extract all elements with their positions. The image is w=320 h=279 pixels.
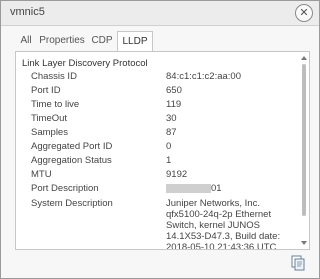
row-label: Time to live [31,99,80,110]
scroll-up-icon[interactable] [301,56,307,60]
tab-cdp[interactable]: CDP [87,31,117,50]
row-label: Chassis ID [31,71,77,82]
close-button[interactable]: ✕ [295,4,313,22]
section-title: Link Layer Discovery Protocol [22,58,148,69]
row-value: 30 [166,113,177,124]
scroll-thumb[interactable] [302,64,306,216]
row-label: Samples [31,127,68,138]
tab-all[interactable]: All [15,31,37,50]
row-value: 0 [166,141,172,152]
dialog-title: vmnic5 [10,6,45,18]
row-label: Port ID [31,85,61,96]
row-label: TimeOut [31,113,68,124]
row-value: 119 [166,99,182,110]
row-label: Port Description [31,183,99,194]
close-icon: ✕ [299,6,309,19]
row-label: MTU [31,169,52,180]
lldp-dialog: vmnic5 ✕ All Properties CDP LLDP Link La… [0,0,320,279]
lldp-panel: Link Layer Discovery Protocol Chassis ID… [15,51,310,250]
row-value: 84:c1:c1:c2:aa:00 [166,71,241,82]
row-label: System Description [31,198,113,209]
port-description-suffix: 01 [211,183,222,194]
row-value: 9192 [166,169,188,180]
dialog-titlebar: vmnic5 ✕ [1,1,319,26]
row-value: 650 [166,85,182,96]
row-value: 87 [166,127,177,138]
row-label: Aggregated Port ID [31,141,113,152]
row-label: Aggregation Status [31,155,112,166]
tab-lldp[interactable]: LLDP [117,31,153,52]
vertical-scrollbar[interactable] [299,52,309,249]
tab-properties[interactable]: Properties [37,31,87,50]
redacted-block [166,183,211,193]
row-value: Juniper Networks, Inc. qfx5100-24q-2p Et… [166,198,281,250]
row-value: 1 [166,155,172,166]
copy-icon[interactable] [290,255,306,271]
scroll-down-icon[interactable] [301,241,307,245]
row-value: 01 [166,183,294,194]
